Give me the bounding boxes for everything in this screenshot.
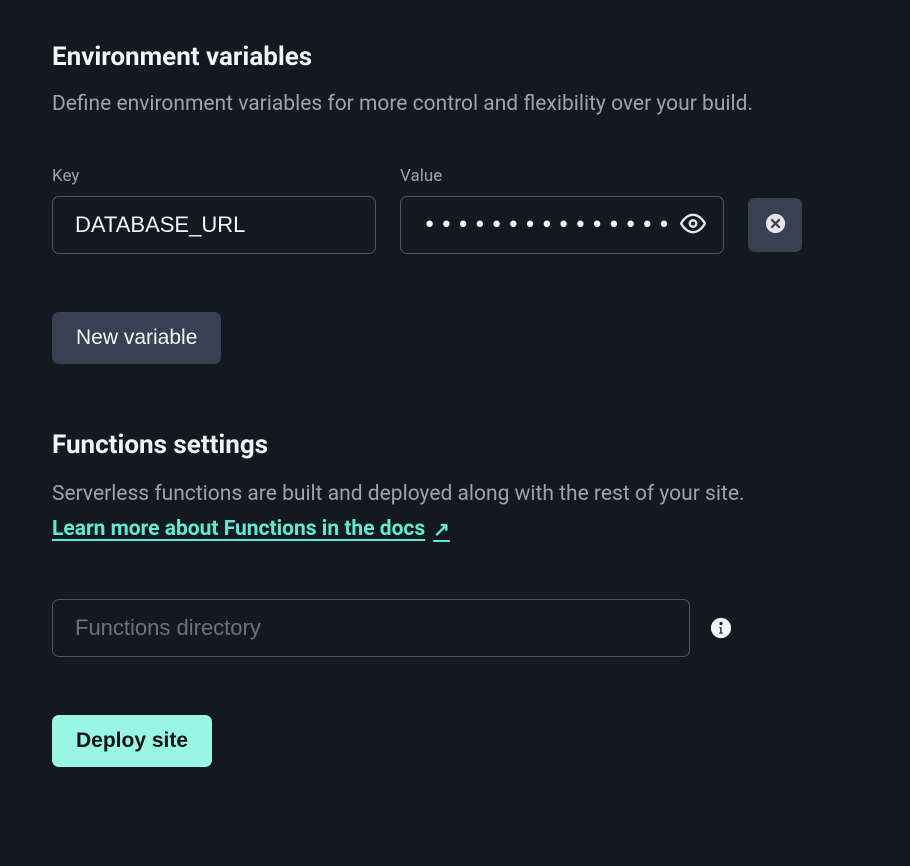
external-link-icon: ↗ bbox=[433, 517, 450, 541]
remove-icon bbox=[765, 213, 786, 237]
eye-icon bbox=[680, 211, 706, 240]
deploy-site-button[interactable]: Deploy site bbox=[52, 715, 212, 767]
functions-description: Serverless functions are built and deplo… bbox=[52, 478, 858, 511]
new-variable-button[interactable]: New variable bbox=[52, 312, 221, 364]
functions-section: Functions settings Serverless functions … bbox=[52, 430, 858, 767]
env-var-row: Key Value bbox=[52, 166, 858, 254]
remove-variable-button[interactable] bbox=[748, 198, 802, 252]
functions-directory-row bbox=[52, 599, 858, 657]
env-vars-description: Define environment variables for more co… bbox=[52, 90, 858, 118]
env-vars-title: Environment variables bbox=[52, 42, 858, 72]
key-input[interactable] bbox=[52, 196, 376, 254]
functions-title: Functions settings bbox=[52, 430, 858, 460]
functions-docs-link-text: Learn more about Functions in the docs bbox=[52, 517, 425, 541]
key-field-group: Key bbox=[52, 166, 376, 254]
functions-directory-input[interactable] bbox=[52, 599, 690, 657]
value-input-wrapper bbox=[400, 196, 724, 254]
info-icon[interactable] bbox=[710, 617, 732, 639]
key-label: Key bbox=[52, 166, 376, 186]
value-field-group: Value bbox=[400, 166, 724, 254]
toggle-visibility-button[interactable] bbox=[676, 207, 710, 244]
value-label: Value bbox=[400, 166, 724, 186]
functions-docs-link[interactable]: Learn more about Functions in the docs ↗ bbox=[52, 517, 450, 541]
